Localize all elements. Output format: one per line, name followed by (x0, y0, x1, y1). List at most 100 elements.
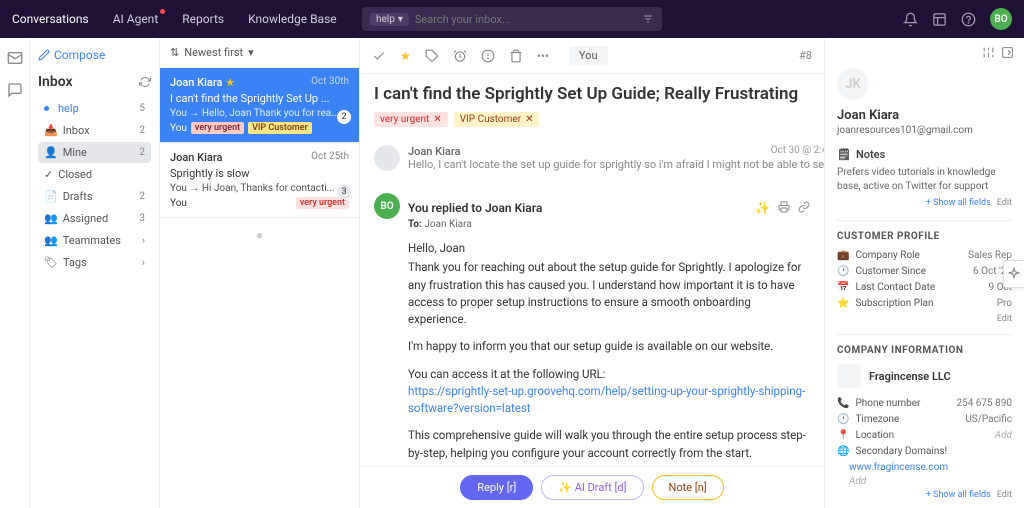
contact-name: Joan Kiara (837, 108, 1012, 123)
conversation-id: #8 (799, 49, 812, 62)
nav-kb[interactable]: Knowledge Base (248, 12, 337, 26)
sliders-icon[interactable] (982, 46, 995, 59)
folder-mine[interactable]: 👤 Mine2 (38, 142, 151, 163)
assignee-button[interactable]: You (569, 46, 608, 65)
add-domain[interactable]: Add (849, 476, 1012, 487)
mail-icon[interactable] (7, 50, 23, 66)
folder-assigned-count: 3 (139, 213, 145, 224)
chevron-right-icon: › (142, 256, 145, 269)
card-name: Joan Kiara ★ (170, 76, 235, 89)
profile-row: ⭐Subscription PlanPro (837, 298, 1012, 309)
bell-icon[interactable] (903, 12, 918, 27)
edit-link[interactable]: Edit (997, 490, 1012, 500)
folder-drafts-count: 2 (139, 191, 145, 202)
company-logo (837, 364, 861, 388)
print-icon[interactable] (778, 201, 790, 215)
folder-drafts-label: 📄 Drafts (44, 190, 93, 203)
ai-panel-toggle[interactable] (1003, 260, 1024, 288)
filter-icon[interactable] (642, 13, 654, 25)
conversation-card[interactable]: Joan Kiara ★Oct 30th I can't find the Sp… (160, 68, 359, 143)
nav-conversations[interactable]: Conversations (12, 12, 89, 26)
edit-link[interactable]: Edit (997, 198, 1012, 208)
apps-icon[interactable] (932, 12, 947, 27)
main-area: Compose Inbox help5 📥 Inbox2 👤 Mine2 ✓ C… (0, 38, 1024, 508)
compose-button[interactable]: Compose (38, 48, 151, 62)
company-row: Fragincense LLC (837, 364, 1012, 388)
tag-icon[interactable] (425, 49, 439, 63)
star-icon: ★ (225, 76, 235, 89)
folder-help[interactable]: help5 (38, 98, 151, 119)
setup-guide-link[interactable]: https://sprightly-set-up.groovehq.com/he… (408, 384, 805, 415)
nav-ai-agent[interactable]: AI Agent (113, 12, 159, 26)
left-rail (0, 38, 30, 508)
help-icon[interactable] (961, 12, 976, 27)
profile-row: 📅Last Contact Date9 Oct (837, 282, 1012, 293)
collapsed-message[interactable]: Joan KiaraOct 30 @ 2:44 am Hello, I can'… (374, 139, 810, 177)
check-icon[interactable] (372, 49, 386, 63)
tag-urgent: very urgent (296, 197, 349, 209)
sidebar-tools (982, 46, 1014, 59)
tag-urgent[interactable]: very urgent ✕ (374, 112, 448, 127)
search-input[interactable] (415, 13, 642, 26)
contact-sidebar: JK Joan Kiara joanresources101@gmail.com… (824, 38, 1024, 508)
sort-icon: ⇅ (170, 46, 179, 59)
contact-avatar: JK (837, 68, 869, 100)
list-sort[interactable]: ⇅Newest first▾ (160, 38, 359, 68)
subject: I can't find the Sprightly Set Up Guide;… (374, 84, 810, 104)
folder-tags[interactable]: 🏷 Tags› (38, 252, 151, 273)
add-link[interactable]: Add (995, 430, 1012, 441)
profile-row: 💼Company RoleSales Rep (837, 250, 1012, 261)
folder-inbox[interactable]: 📥 Inbox2 (38, 120, 151, 141)
tag-urgent: very urgent (191, 122, 244, 134)
conversation-card[interactable]: Joan KiaraOct 25th Sprightly is slow You… (160, 143, 359, 218)
topbar-right: BO (903, 8, 1012, 30)
reply-button[interactable]: Reply [r] (460, 475, 533, 500)
globe-icon: 🌐 (837, 446, 849, 457)
sparkle-icon[interactable]: ✨ (755, 201, 770, 215)
show-all-link[interactable]: + Show all fields (926, 198, 991, 208)
card-you: You (170, 123, 187, 134)
card-name: Joan Kiara (170, 151, 222, 164)
reply-title: You replied to Joan Kiara (408, 201, 542, 215)
show-all-link[interactable]: + Show all fields (926, 490, 991, 500)
ai-draft-button[interactable]: ✨ AI Draft [d] (541, 475, 643, 500)
star-icon: ⭐ (837, 298, 849, 309)
folder-closed-label: ✓ Closed (44, 168, 92, 181)
card-you: You (170, 198, 187, 209)
card-date: Oct 25th (311, 151, 349, 164)
folder-assigned[interactable]: 👥 Assigned3 (38, 208, 151, 229)
nav-ai-agent-label: AI Agent (113, 12, 159, 26)
trash-icon[interactable] (509, 49, 523, 63)
link-icon[interactable] (798, 201, 810, 215)
refresh-icon[interactable] (139, 76, 151, 88)
notes-section: 🗒Notes Prefers video tutorials in knowle… (837, 148, 1012, 208)
search-tag-label: help (376, 14, 395, 25)
domain-link[interactable]: www.fragincense.com (849, 462, 1012, 473)
clock-icon: 🕐 (837, 414, 849, 425)
nav-reports[interactable]: Reports (182, 12, 224, 26)
folder-teammates[interactable]: 👥 Teammates› (38, 230, 151, 251)
search-tag[interactable]: help▾ (370, 13, 409, 26)
phone-icon: 📞 (837, 398, 849, 409)
expand-icon[interactable] (1001, 46, 1014, 59)
spam-icon[interactable] (481, 49, 495, 63)
folder-drafts[interactable]: 📄 Drafts 2 (38, 186, 151, 207)
more-icon[interactable]: ••• (537, 49, 549, 63)
pencil-icon (38, 49, 50, 61)
company-heading: COMPANY INFORMATION (837, 334, 1012, 356)
user-avatar[interactable]: BO (990, 8, 1012, 30)
search-bar[interactable]: help▾ (362, 7, 662, 31)
clock-icon: 🕐 (837, 266, 849, 277)
note-button[interactable]: Note [n] (652, 475, 724, 500)
action-bar: Reply [r] ✨ AI Draft [d] Note [n] (360, 466, 824, 508)
chat-icon[interactable] (7, 82, 23, 98)
edit-link[interactable]: Edit (997, 314, 1012, 324)
snooze-icon[interactable] (453, 49, 467, 63)
topbar: Conversations AI Agent Reports Knowledge… (0, 0, 1024, 38)
tag-vip[interactable]: VIP Customer ✕ (454, 112, 540, 127)
expanded-reply: BO You replied to Joan Kiara ✨ To: Joan … (374, 187, 810, 466)
company-field: 📍LocationAdd (837, 430, 1012, 441)
star-icon[interactable]: ★ (400, 49, 411, 63)
notes-icon: 🗒 (837, 148, 851, 161)
folder-closed[interactable]: ✓ Closed (38, 164, 151, 185)
